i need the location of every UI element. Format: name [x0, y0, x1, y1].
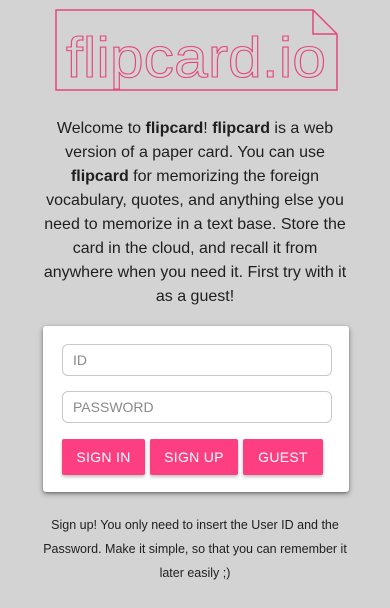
- guest-button[interactable]: GUEST: [243, 439, 323, 475]
- login-card: SIGN IN SIGN UP GUEST: [43, 326, 349, 492]
- intro-text-part: for memorizing the foreign vocabulary, q…: [43, 168, 347, 305]
- intro-text-part: !: [203, 120, 213, 137]
- app-name: flipcard: [70, 168, 129, 185]
- app-name: flipcard: [212, 120, 270, 137]
- sign-in-button[interactable]: SIGN IN: [62, 439, 145, 475]
- flipcard-logo: flipcard.io: [55, 9, 338, 91]
- logo-text: flipcard.io: [66, 26, 326, 90]
- intro-text-part: Welcome to: [56, 120, 146, 137]
- sign-up-button[interactable]: SIGN UP: [150, 439, 238, 475]
- password-input[interactable]: [62, 391, 332, 423]
- id-input[interactable]: [62, 344, 332, 376]
- intro-text: Welcome to flipcard! flipcard is a web v…: [36, 117, 354, 309]
- app-name: flipcard: [145, 120, 204, 137]
- signup-hint: Sign up! You only need to insert the Use…: [43, 518, 347, 580]
